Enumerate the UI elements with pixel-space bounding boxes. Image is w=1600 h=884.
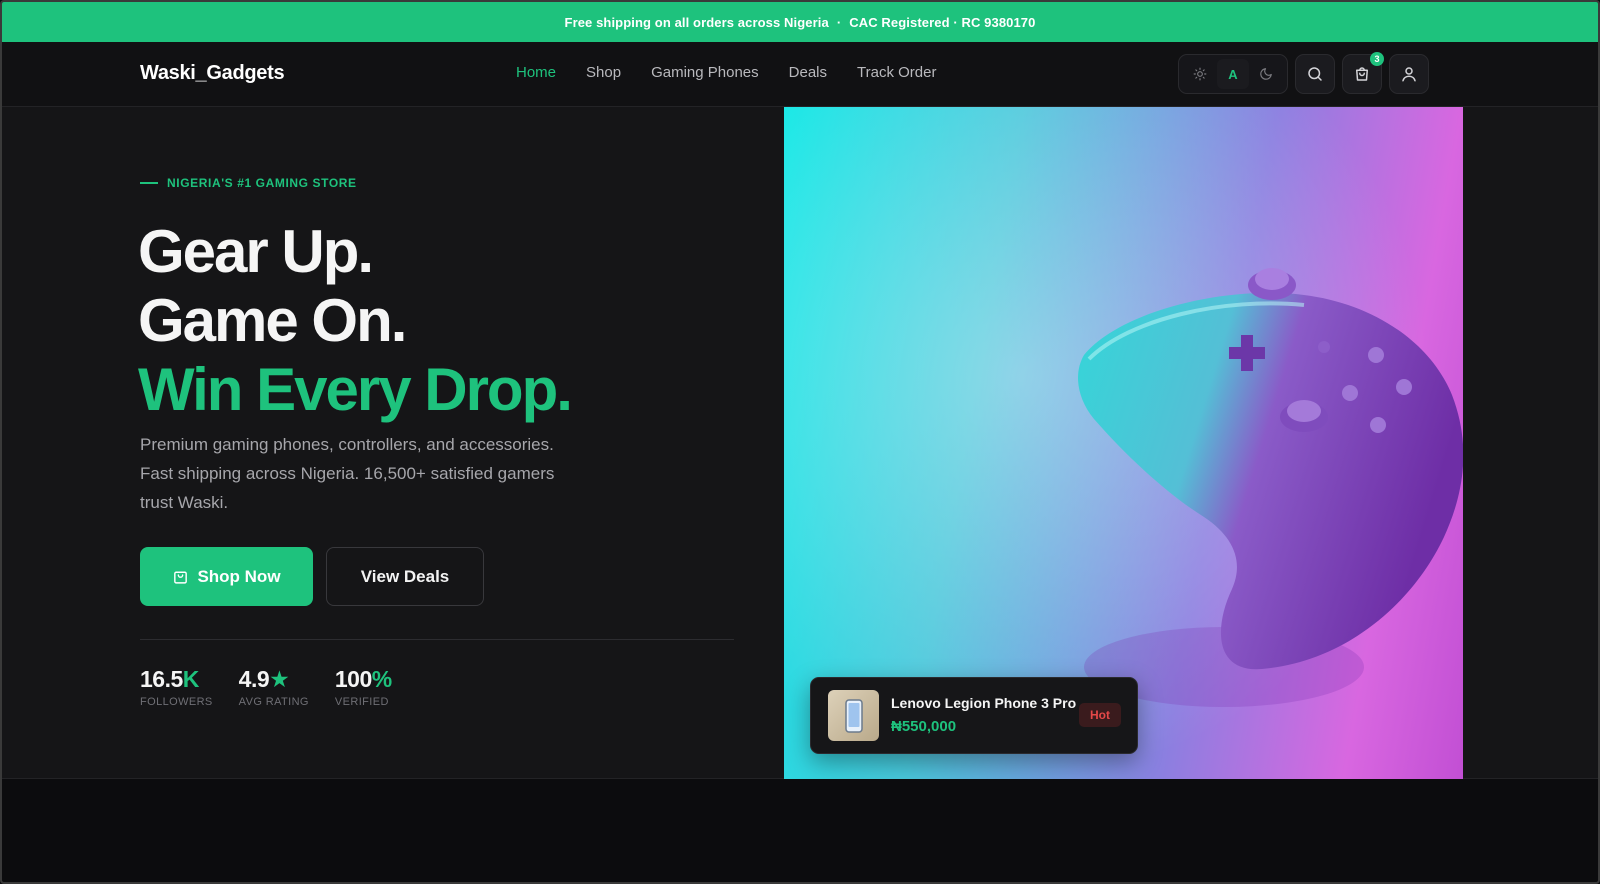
product-price: ₦550,000 xyxy=(891,718,957,735)
sun-icon xyxy=(1193,67,1207,81)
stat-label: AVG RATING xyxy=(238,696,309,708)
registration-text: CAC Registered · RC 9380170 xyxy=(849,14,1036,30)
stat-accent: K xyxy=(182,666,200,692)
theme-auto-option[interactable]: A xyxy=(1216,59,1249,89)
moon-icon xyxy=(1260,68,1273,80)
stat-label: VERIFIED xyxy=(334,696,389,708)
stat-followers: 16.5K FOLLOWERS xyxy=(140,666,213,708)
main-navbar: Waski_Gadgets Home Shop Gaming Phones De… xyxy=(2,42,1598,107)
eyebrow-line xyxy=(140,182,158,184)
star-icon: ★ xyxy=(269,666,290,692)
view-deals-button[interactable]: View Deals xyxy=(326,547,484,606)
separator: · xyxy=(836,14,842,30)
stat-value: 100 xyxy=(334,666,372,692)
featured-product-card[interactable]: Lenovo Legion Phone 3 Pro ₦550,000 Hot xyxy=(810,677,1138,754)
hero-description: Premium gaming phones, controllers, and … xyxy=(140,435,555,512)
stat-value: 16.5 xyxy=(140,666,183,692)
nav-track-order[interactable]: Track Order xyxy=(857,64,936,81)
stat-accent: % xyxy=(371,666,392,692)
shipping-text: Free shipping on all orders across Niger… xyxy=(564,14,829,30)
nav-gaming-phones[interactable]: Gaming Phones xyxy=(651,64,759,81)
headline-line-1: Gear Up. xyxy=(138,218,374,285)
hero-image: Lenovo Legion Phone 3 Pro ₦550,000 Hot xyxy=(784,107,1463,779)
shop-now-button[interactable]: Shop Now xyxy=(140,547,313,606)
theme-dark-option[interactable] xyxy=(1250,59,1282,89)
hero-headline: Gear Up. Game On. Win Every Drop. xyxy=(138,217,573,424)
shop-now-label: Shop Now xyxy=(197,566,281,586)
nav-home[interactable]: Home xyxy=(516,64,556,81)
stat-verified: 100% VERIFIED xyxy=(335,666,392,708)
nav-deals[interactable]: Deals xyxy=(789,64,827,81)
nav-shop[interactable]: Shop xyxy=(586,64,621,81)
user-icon xyxy=(1402,67,1416,82)
stat-rating: 4.9★ AVG RATING xyxy=(239,666,309,708)
hero-section: NIGERIA'S #1 GAMING STORE Gear Up. Game … xyxy=(2,107,1598,779)
headline-line-2: Game On. xyxy=(138,287,407,354)
shopping-bag-icon xyxy=(174,571,188,584)
eyebrow-text: NIGERIA'S #1 GAMING STORE xyxy=(167,176,357,190)
hot-badge: Hot xyxy=(1079,703,1121,727)
product-name: Lenovo Legion Phone 3 Pro xyxy=(891,695,1077,711)
headline-line-3: Win Every Drop. xyxy=(138,356,573,423)
cart-icon xyxy=(1356,67,1368,81)
stat-value: 4.9 xyxy=(238,666,270,692)
product-thumbnail xyxy=(828,690,879,741)
phone-icon xyxy=(844,698,863,733)
stats-divider xyxy=(140,639,734,640)
nav-menu: Home Shop Gaming Phones Deals Track Orde… xyxy=(516,64,936,81)
stat-label: FOLLOWERS xyxy=(140,696,213,708)
theme-toggle: A xyxy=(1178,54,1288,94)
search-button[interactable] xyxy=(1295,54,1335,94)
account-button[interactable] xyxy=(1389,54,1429,94)
browser-frame: Free shipping on all orders across Niger… xyxy=(0,0,1600,884)
hero-eyebrow: NIGERIA'S #1 GAMING STORE xyxy=(140,176,357,190)
theme-light-option[interactable] xyxy=(1184,59,1216,89)
cart-count-badge: 3 xyxy=(1370,52,1384,66)
logo[interactable]: Waski_Gadgets xyxy=(140,62,285,85)
stats-row: 16.5K FOLLOWERS 4.9★ AVG RATING 100% VER… xyxy=(140,666,392,708)
announcement-bar: Free shipping on all orders across Niger… xyxy=(2,2,1598,42)
search-icon xyxy=(1308,67,1322,81)
cart-button[interactable]: 3 xyxy=(1342,52,1384,94)
